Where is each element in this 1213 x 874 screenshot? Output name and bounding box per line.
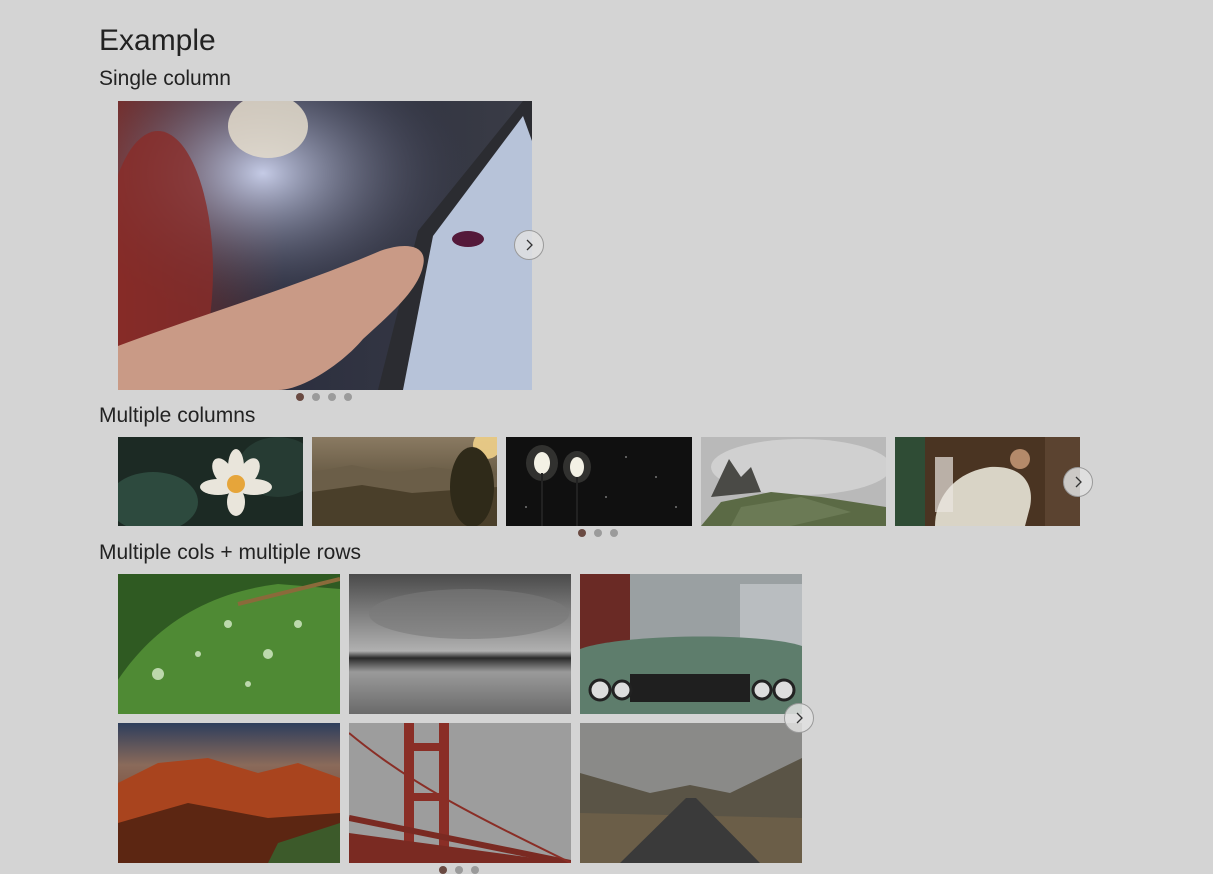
- slide-water-lily: [118, 437, 303, 526]
- multiple-cols-rows-pagination: [439, 866, 479, 874]
- slide-leaf-water-drops: [118, 574, 340, 714]
- pagination-dot-1[interactable]: [578, 529, 586, 537]
- slide-golden-gate-bridge: [349, 723, 571, 863]
- multiple-cols-rows-carousel: [118, 574, 818, 874]
- pagination-dot-3[interactable]: [610, 529, 618, 537]
- page-title: Example: [99, 24, 216, 57]
- pagination-dot-4[interactable]: [344, 393, 352, 401]
- pagination-dot-2[interactable]: [455, 866, 463, 874]
- slide-red-rock-canyon: [118, 723, 340, 863]
- multiple-columns-carousel: [118, 437, 1093, 537]
- multiple-columns-pagination: [578, 529, 618, 537]
- slide-hand-touching-tablet: [118, 101, 532, 390]
- pagination-dot-2[interactable]: [312, 393, 320, 401]
- pagination-dot-3[interactable]: [471, 866, 479, 874]
- section-title-multiple-columns: Multiple columns: [99, 404, 256, 427]
- slide-night-street-lamps: [506, 437, 692, 526]
- section-title-single-column: Single column: [99, 67, 231, 90]
- pagination-dot-2[interactable]: [594, 529, 602, 537]
- chevron-right-icon: [796, 712, 803, 724]
- single-column-next-button[interactable]: [514, 230, 544, 260]
- chevron-right-icon: [1075, 476, 1082, 488]
- slide-mountain-road: [580, 723, 802, 863]
- multiple-columns-next-button[interactable]: [1063, 467, 1093, 497]
- chevron-right-icon: [526, 239, 533, 251]
- slide-monochrome-beach: [349, 574, 571, 714]
- multiple-cols-rows-next-button[interactable]: [784, 703, 814, 733]
- section-title-multiple-cols-rows: Multiple cols + multiple rows: [99, 541, 362, 564]
- single-column-carousel: [118, 101, 544, 401]
- pagination-dot-1[interactable]: [296, 393, 304, 401]
- slide-person-in-car: [895, 437, 1080, 526]
- slide-cloudy-mountain-ruins: [701, 437, 886, 526]
- single-column-pagination: [296, 393, 352, 401]
- slide-misty-valley-sunset: [312, 437, 497, 526]
- slide-vintage-green-car: [580, 574, 802, 714]
- pagination-dot-3[interactable]: [328, 393, 336, 401]
- pagination-dot-1[interactable]: [439, 866, 447, 874]
